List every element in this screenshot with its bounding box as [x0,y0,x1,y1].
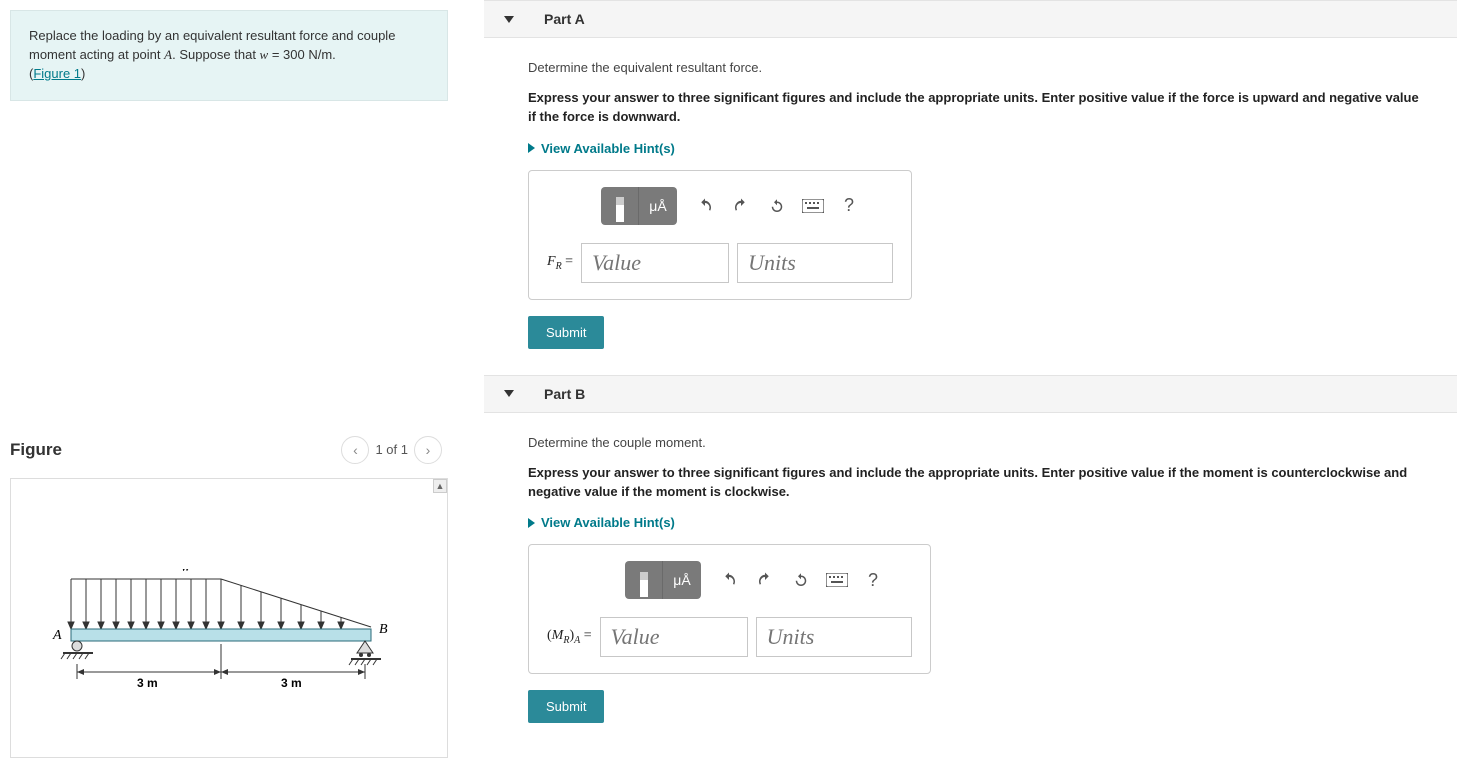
figure-next-button[interactable]: › [414,436,442,464]
fraction-icon [616,197,624,214]
load-label-w: w [181,569,191,575]
keyboard-icon [826,573,848,587]
part-a-variable-label: FR = [547,254,573,272]
help-button[interactable]: ? [831,187,867,225]
point-label-A: A [52,628,62,643]
var-w: w [260,47,269,62]
reset-icon [792,571,810,589]
redo-button[interactable] [747,561,783,599]
units-label: μÅ [649,198,666,214]
help-icon: ? [844,195,854,216]
part-b-variable-label: (MR)A = [547,628,592,646]
hints-label: View Available Hint(s) [541,515,675,530]
figure-frame: ▲ [10,478,448,758]
help-button[interactable]: ? [855,561,891,599]
redo-icon [732,197,750,215]
problem-text-3: = 300 N/m. [268,47,336,62]
reset-button[interactable] [783,561,819,599]
units-symbol-button[interactable]: μÅ [663,561,701,599]
part-b-title: Part B [544,386,585,402]
part-a-units-input[interactable] [737,243,893,283]
part-a-express: Express your answer to three significant… [528,89,1423,127]
hints-label: View Available Hint(s) [541,141,675,156]
part-a-prompt: Determine the equivalent resultant force… [528,60,1423,75]
problem-text-2: . Suppose that [172,47,259,62]
units-symbol-button[interactable]: μÅ [639,187,677,225]
redo-button[interactable] [723,187,759,225]
reset-icon [768,197,786,215]
figure-prev-button[interactable]: ‹ [341,436,369,464]
dim-2: 3 m [281,676,302,690]
var-A: A [164,47,172,62]
units-label: μÅ [673,572,690,588]
part-a-hints-link[interactable]: View Available Hint(s) [528,141,1423,156]
redo-icon [756,571,774,589]
part-a-value-input[interactable] [581,243,729,283]
undo-button[interactable] [711,561,747,599]
caret-down-icon [504,16,514,23]
part-a-answer-box: μÅ ? [528,170,912,300]
figure-title: Figure [10,440,62,460]
fraction-template-button[interactable] [601,187,639,225]
fraction-template-button[interactable] [625,561,663,599]
point-label-B: B [379,622,388,637]
scroll-up-icon[interactable]: ▲ [433,479,447,493]
part-b-answer-box: μÅ ? [528,544,931,674]
part-b-value-input[interactable] [600,617,748,657]
part-a-header[interactable]: Part A [484,0,1457,38]
part-b-express: Express your answer to three significant… [528,464,1423,502]
fraction-icon [640,572,648,589]
figure-counter: 1 of 1 [375,442,408,457]
undo-button[interactable] [687,187,723,225]
part-b-prompt: Determine the couple moment. [528,435,1423,450]
figure-link[interactable]: Figure 1 [33,66,81,81]
caret-down-icon [504,390,514,397]
part-b-hints-link[interactable]: View Available Hint(s) [528,515,1423,530]
part-b-header[interactable]: Part B [484,375,1457,413]
keyboard-icon [802,199,824,213]
part-a-submit-button[interactable]: Submit [528,316,604,349]
caret-right-icon [528,143,535,153]
keyboard-button[interactable] [819,561,855,599]
caret-right-icon [528,518,535,528]
part-b-units-input[interactable] [756,617,912,657]
part-b-submit-button[interactable]: Submit [528,690,604,723]
help-icon: ? [868,570,878,591]
undo-icon [720,571,738,589]
problem-statement: Replace the loading by an equivalent res… [10,10,448,101]
dim-1: 3 m [137,676,158,690]
keyboard-button[interactable] [795,187,831,225]
part-a-title: Part A [544,11,585,27]
undo-icon [696,197,714,215]
reset-button[interactable] [759,187,795,225]
beam-diagram: w A B 3 m 3 m [51,569,401,719]
